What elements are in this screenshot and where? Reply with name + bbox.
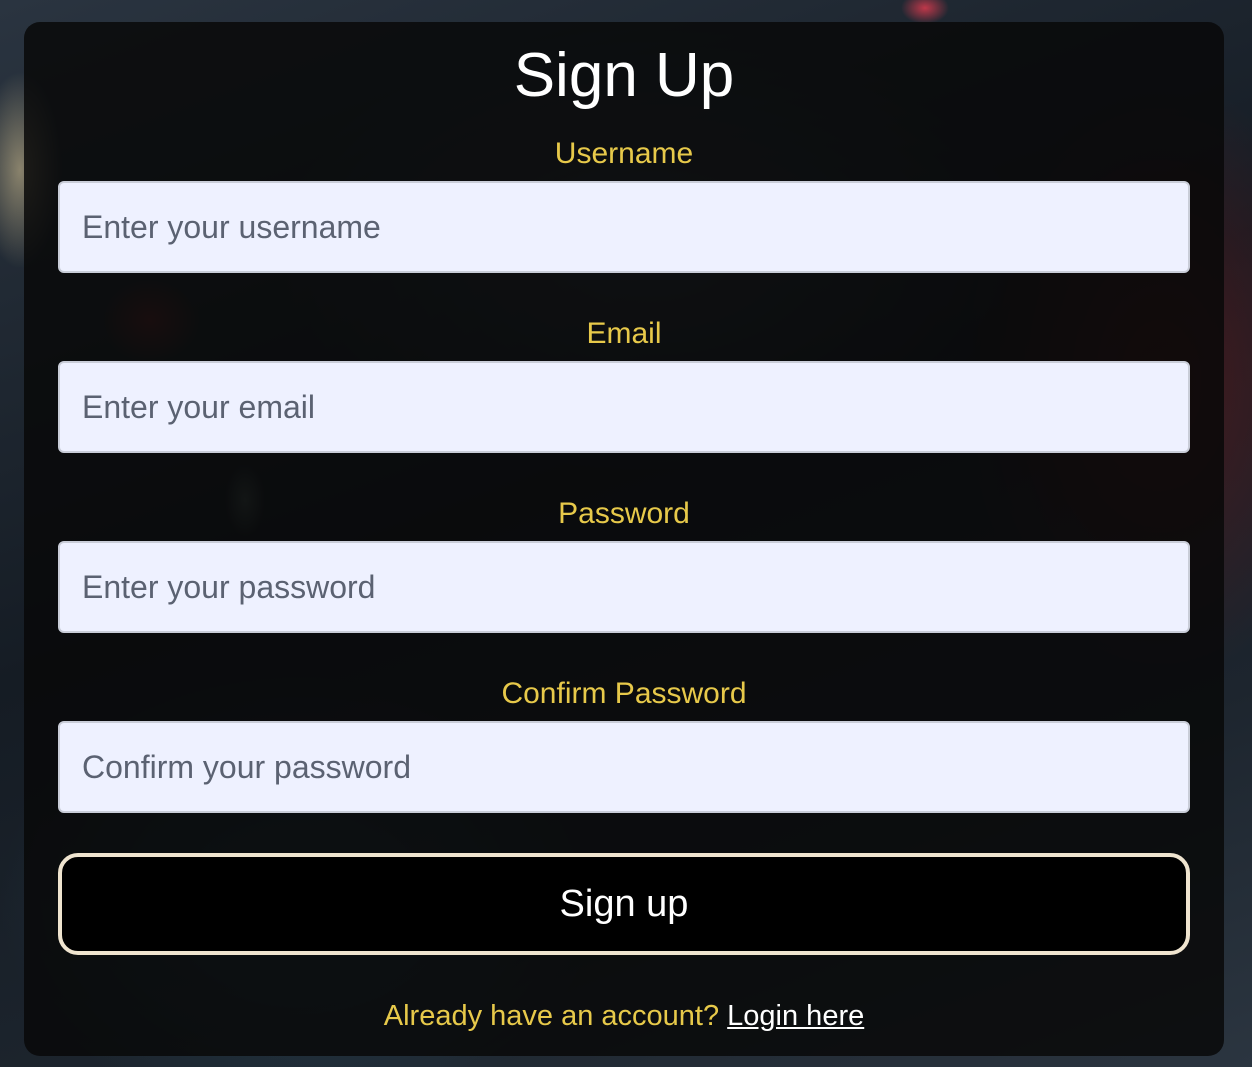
username-label: Username (554, 137, 694, 170)
sign-up-button[interactable]: Sign up (58, 853, 1190, 955)
email-label: Email (586, 317, 662, 350)
login-prompt: Already have an account? Login here (24, 998, 1224, 1034)
email-input[interactable] (58, 361, 1190, 453)
password-input[interactable] (58, 541, 1190, 633)
signup-card: Sign Up Username Email Password Confirm … (24, 22, 1224, 1056)
login-link[interactable]: Login here (727, 1000, 864, 1032)
username-input[interactable] (58, 181, 1190, 273)
login-prompt-text: Already have an account? (383, 1000, 720, 1032)
page-title: Sign Up (513, 41, 735, 110)
password-label: Password (558, 497, 690, 530)
confirm-password-input[interactable] (58, 721, 1190, 813)
confirm-password-label: Confirm Password (501, 677, 747, 710)
